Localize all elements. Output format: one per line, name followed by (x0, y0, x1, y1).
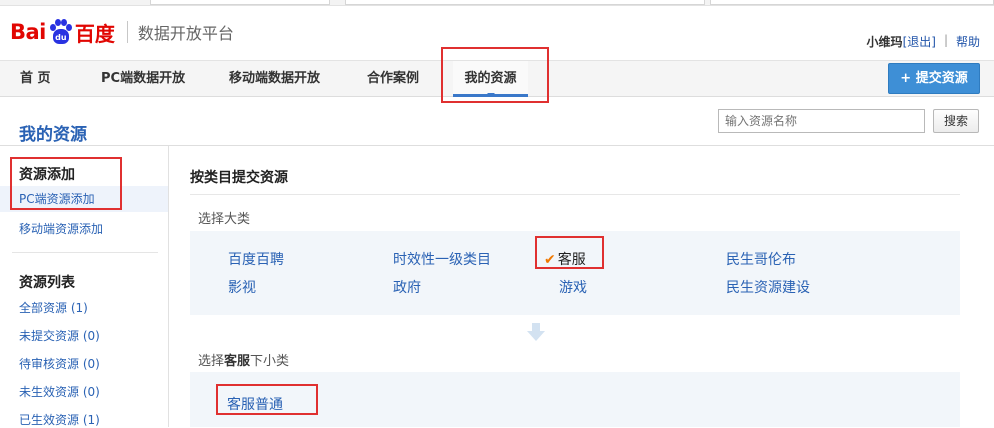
baidu-logo[interactable]: Bai du 百度 数据开放平台 (10, 12, 234, 52)
logo-latin: Bai (10, 20, 46, 44)
category-option[interactable]: 民生资源建设 (726, 277, 810, 297)
sidebar-item-mobile-add[interactable]: 移动端资源添加 (19, 220, 103, 237)
sub-label-suffix: 下小类 (250, 354, 290, 369)
nav-home[interactable]: 首 页 (20, 61, 51, 97)
highlight-box-subcategory (216, 384, 318, 415)
browser-tab[interactable] (150, 0, 330, 5)
logo-cn: 百度 (74, 21, 115, 46)
sidebar-item-pending[interactable]: 待审核资源 (0) (19, 355, 100, 372)
highlight-box-category (535, 236, 604, 269)
nav-pc-data[interactable]: PC端数据开放 (101, 61, 185, 97)
paw-icon: du (48, 19, 74, 45)
down-arrow-icon (527, 323, 545, 341)
browser-tab-strip (0, 0, 994, 6)
category-option[interactable]: 百度百聘 (228, 249, 284, 269)
submit-resource-button[interactable]: + 提交资源 (888, 63, 980, 94)
logo-divider (126, 21, 128, 43)
category-option[interactable]: 时效性一级类目 (393, 249, 491, 269)
browser-tab[interactable] (345, 0, 705, 5)
subcategory-label: 选择客服下小类 (198, 350, 289, 369)
page-title: 我的资源 (19, 125, 87, 145)
highlight-box-sidebar (10, 157, 122, 210)
user-bar-divider: | (943, 33, 948, 47)
sub-label-category: 客服 (224, 354, 251, 369)
sidebar-item-inactive[interactable]: 未生效资源 (0) (19, 383, 100, 400)
paw-text: du (52, 29, 69, 44)
big-category-label: 选择大类 (198, 212, 251, 227)
sidebar-item-active[interactable]: 已生效资源 (1) (19, 411, 100, 428)
category-option[interactable]: 影视 (228, 277, 256, 297)
sub-label-prefix: 选择 (198, 354, 225, 369)
user-name[interactable]: 小维玛 (867, 33, 903, 50)
sidebar-item-all[interactable]: 全部资源 (1) (19, 299, 88, 316)
highlight-box-nav (441, 47, 549, 103)
main-section-title: 按类目提交资源 (190, 170, 288, 186)
nav-cases[interactable]: 合作案例 (367, 61, 419, 97)
platform-name: 数据开放平台 (137, 24, 234, 43)
user-bar: 小维玛 [退出] | 帮助 (867, 33, 980, 50)
resource-search-input[interactable] (718, 109, 925, 133)
main-divider (190, 194, 960, 195)
nav-mobile-data[interactable]: 移动端数据开放 (229, 61, 320, 97)
sidebar-heading-list: 资源列表 (19, 275, 75, 291)
search-button[interactable]: 搜索 (933, 109, 979, 133)
logout-link[interactable]: [退出] (903, 33, 936, 50)
sidebar-divider (12, 252, 158, 253)
category-option[interactable]: 民生哥伦布 (726, 249, 796, 269)
category-option[interactable]: 政府 (393, 277, 421, 297)
category-option[interactable]: 游戏 (559, 277, 587, 297)
browser-tab[interactable] (710, 0, 994, 5)
sidebar-item-unsubmitted[interactable]: 未提交资源 (0) (19, 327, 100, 344)
help-link[interactable]: 帮助 (956, 33, 980, 50)
